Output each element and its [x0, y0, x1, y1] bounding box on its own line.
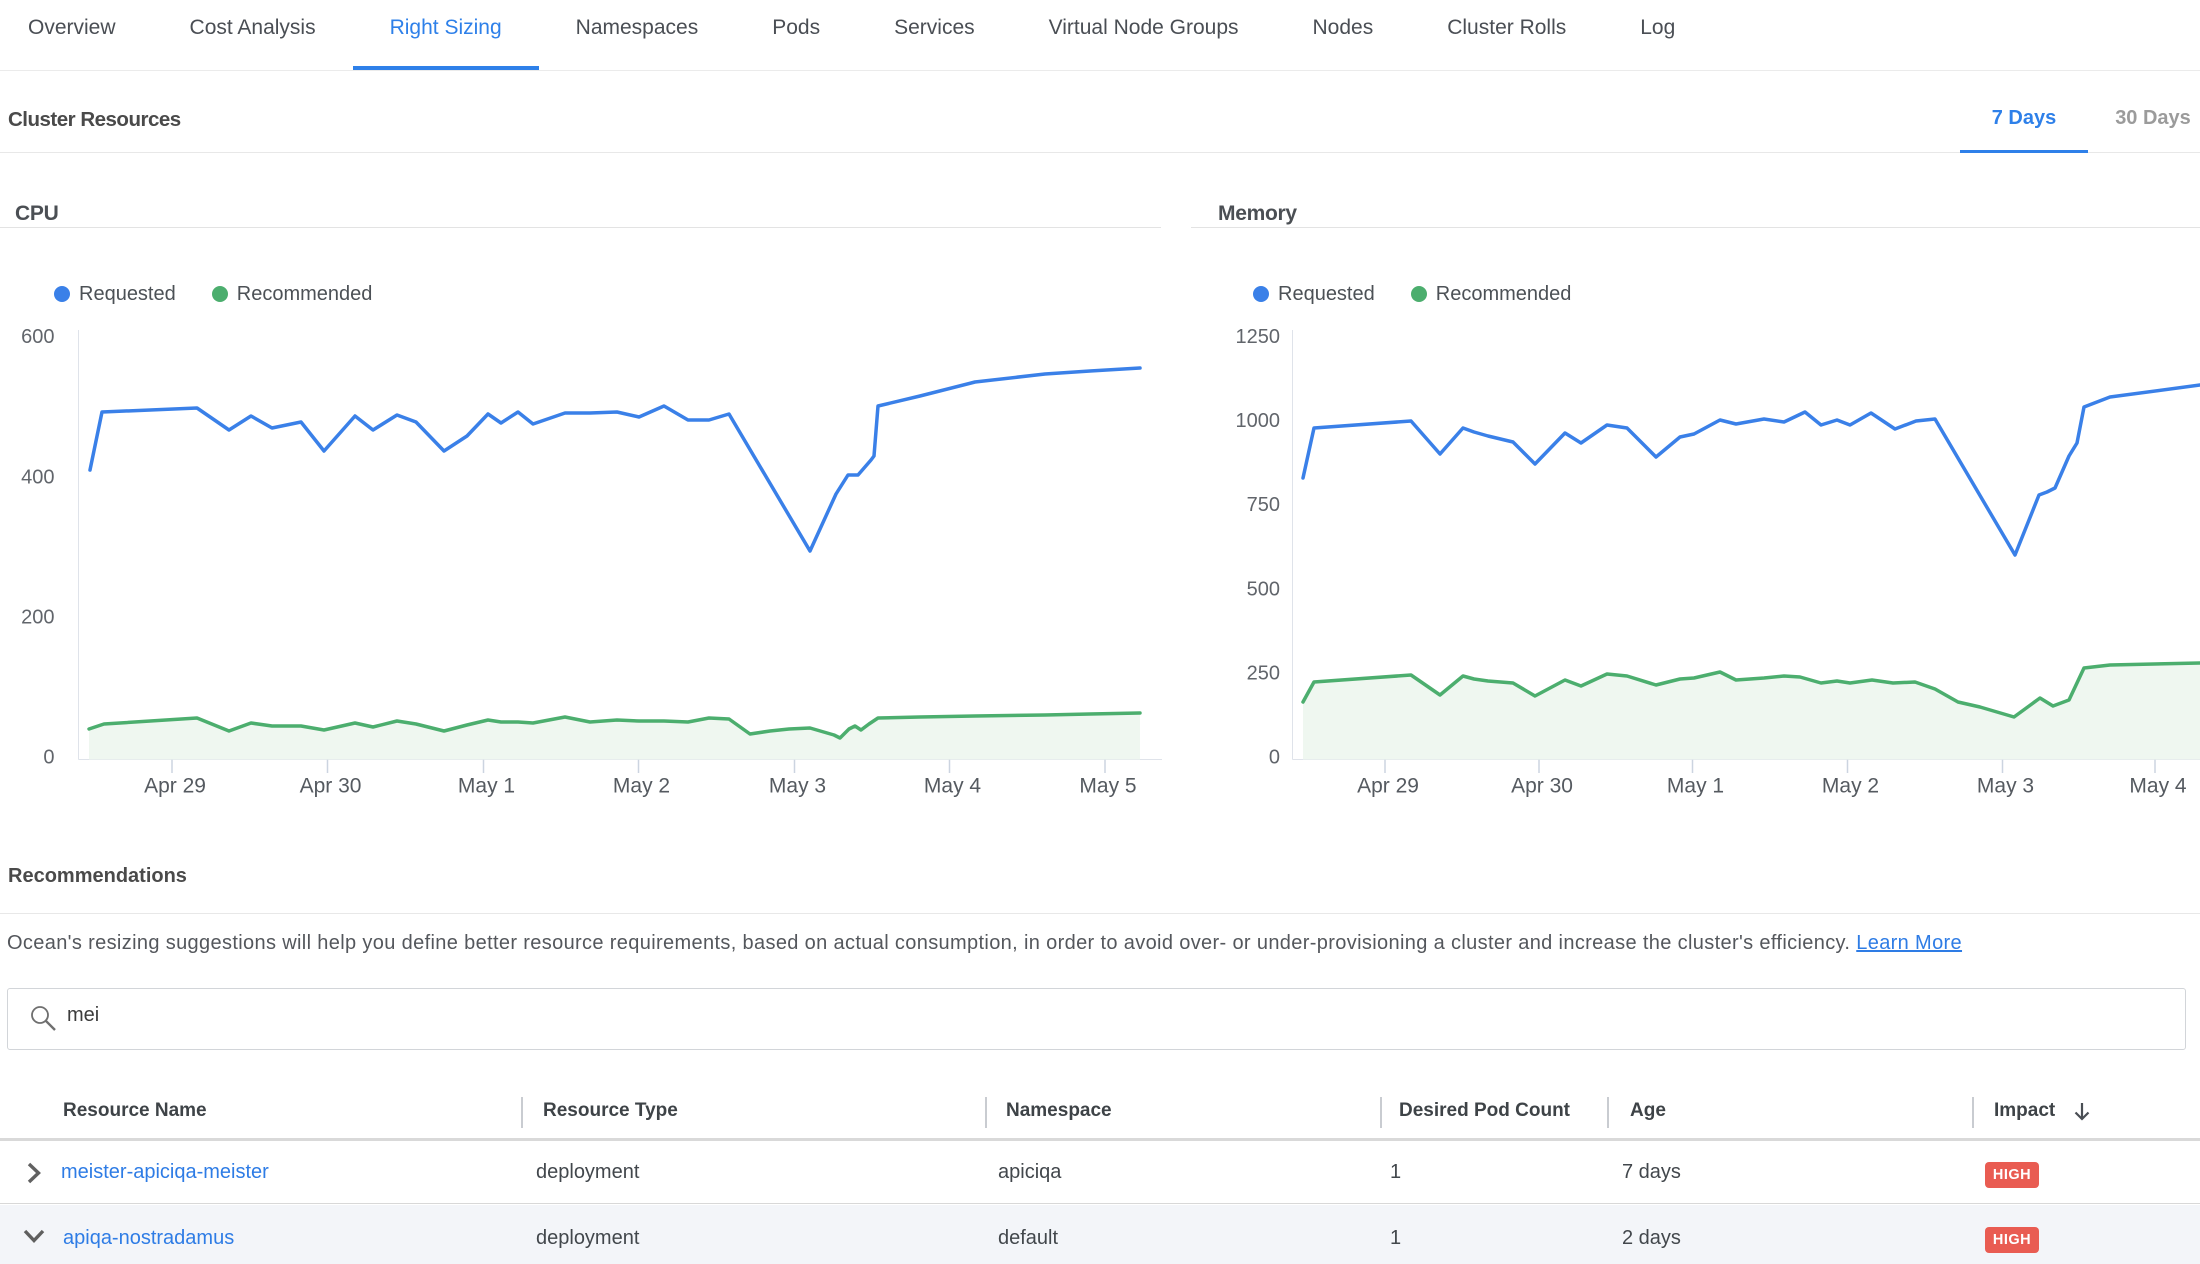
svg-text:May 3: May 3 — [1977, 775, 2034, 798]
svg-text:500: 500 — [1247, 578, 1280, 600]
svg-text:1000: 1000 — [1236, 410, 1281, 432]
svg-text:0: 0 — [1269, 746, 1280, 768]
svg-text:0: 0 — [43, 746, 54, 768]
svg-text:400: 400 — [21, 466, 54, 488]
svg-text:May 2: May 2 — [1822, 775, 1879, 798]
svg-text:Apr 29: Apr 29 — [144, 775, 206, 798]
svg-text:750: 750 — [1247, 494, 1280, 516]
svg-text:1250: 1250 — [1236, 326, 1281, 348]
svg-text:May 1: May 1 — [458, 775, 515, 798]
svg-text:May 4: May 4 — [2129, 775, 2187, 798]
svg-text:May 1: May 1 — [1667, 775, 1724, 798]
svg-text:600: 600 — [21, 326, 54, 348]
svg-text:Apr 30: Apr 30 — [300, 775, 362, 798]
svg-text:May 4: May 4 — [924, 775, 982, 798]
svg-text:250: 250 — [1247, 662, 1280, 684]
svg-text:May 5: May 5 — [1079, 775, 1136, 798]
svg-text:200: 200 — [21, 606, 54, 628]
svg-text:Apr 30: Apr 30 — [1511, 775, 1573, 798]
svg-text:Apr 29: Apr 29 — [1357, 775, 1419, 798]
svg-text:May 3: May 3 — [769, 775, 826, 798]
svg-text:May 2: May 2 — [613, 775, 670, 798]
